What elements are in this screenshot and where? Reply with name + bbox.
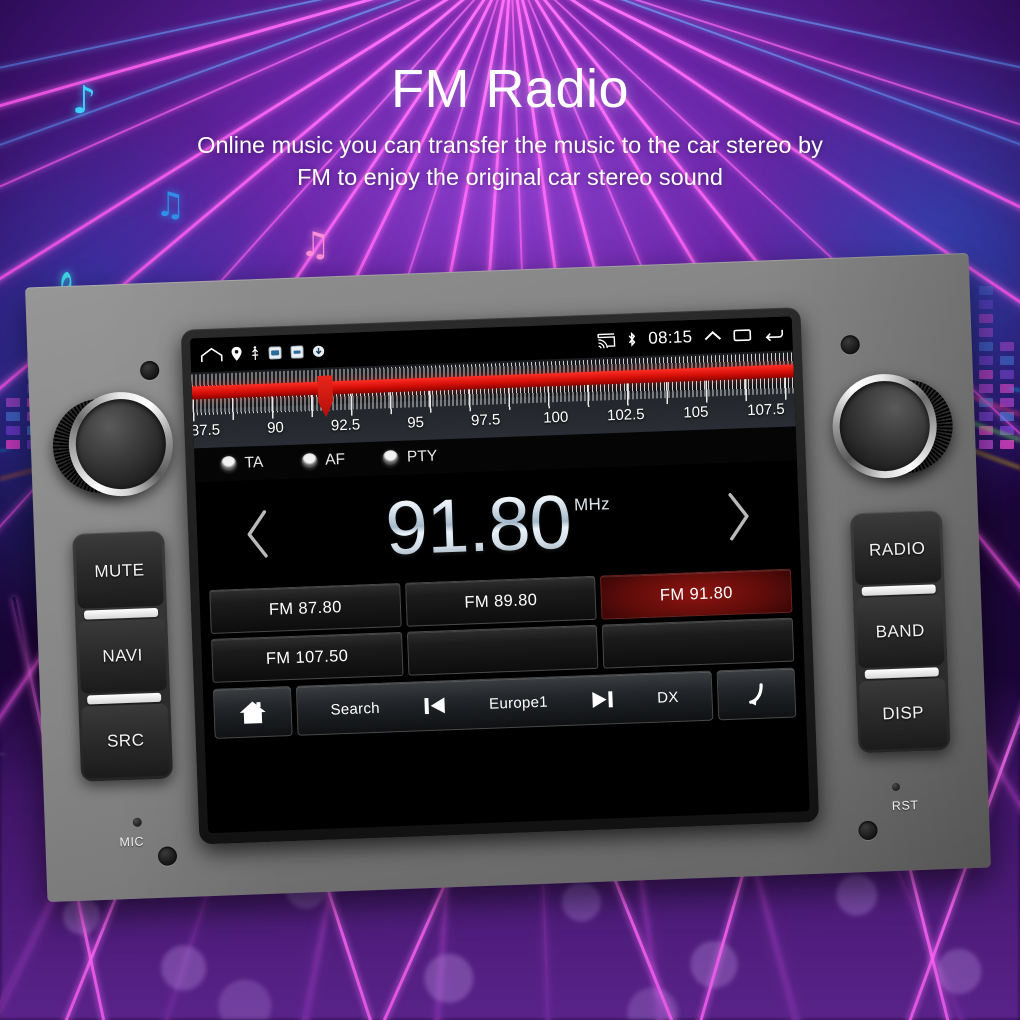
band-button[interactable]: BAND — [856, 595, 945, 668]
knob-face — [74, 397, 168, 491]
equalizer-cell — [6, 411, 20, 421]
rst-label: RST — [891, 798, 919, 814]
dx-local-button[interactable]: DX — [657, 688, 679, 706]
car-stereo-unit: MIC RST MUTE NAVI SRC RADIO BAND DISP 08… — [25, 252, 991, 903]
tune-up-arrow[interactable] — [720, 490, 756, 543]
volume-power-knob[interactable] — [51, 390, 175, 498]
mic-label: MIC — [119, 834, 145, 850]
search-button[interactable]: Search — [330, 699, 380, 718]
status-time: 08:15 — [647, 327, 693, 348]
preset-button[interactable]: FM 87.80 — [209, 582, 402, 634]
rds-indicator-led — [220, 455, 237, 473]
tuner-tick-label: 100 — [542, 408, 569, 427]
af-toggle[interactable]: AF — [300, 450, 346, 471]
previous-track-icon[interactable] — [421, 694, 448, 717]
equalizer-cell — [979, 369, 993, 379]
preset-button[interactable]: FM 107.50 — [211, 631, 404, 683]
rds-label: TA — [244, 453, 264, 472]
rds-indicator-led — [382, 449, 400, 467]
equalizer-cell — [6, 439, 20, 449]
equalizer-cell — [979, 285, 993, 295]
promo-subtitle-line1: Online music you can transfer the music … — [197, 132, 823, 158]
tuner-tick-label: 102.5 — [606, 405, 645, 425]
download-icon — [312, 344, 325, 357]
equalizer-cell — [979, 341, 993, 351]
rds-indicator-led — [300, 452, 318, 470]
pty-toggle[interactable]: PTY — [382, 447, 438, 468]
back-button[interactable] — [716, 667, 797, 721]
src-button[interactable]: SRC — [81, 703, 171, 779]
recents-icon[interactable] — [733, 328, 753, 343]
bluetooth-icon[interactable] — [626, 331, 638, 347]
mute-button[interactable]: MUTE — [75, 533, 164, 609]
frequency-display-area: 91.80 MHz — [195, 460, 801, 591]
promo-subtitle-line2: FM to enjoy the original car stereo soun… — [297, 163, 723, 190]
equalizer-cell — [6, 397, 20, 407]
promo-headline: FM Radio Online music you can transfer t… — [0, 58, 1020, 193]
rds-label: AF — [324, 450, 346, 469]
equalizer-cell — [979, 327, 993, 337]
left-button-stack: MUTE NAVI SRC — [72, 530, 174, 782]
equalizer-cell — [1000, 341, 1014, 351]
tuner-tick-label: 105 — [683, 403, 709, 422]
usb-icon — [250, 346, 260, 361]
page-title: FM Radio — [390, 59, 630, 119]
equalizer-column — [6, 397, 20, 449]
tuner-tick-label: 92.5 — [330, 416, 361, 435]
equalizer-cell — [1000, 369, 1014, 379]
equalizer-cell — [979, 299, 993, 309]
tuner-tick-label: 95 — [406, 413, 425, 432]
sim-card-icon — [290, 344, 304, 359]
ta-toggle[interactable]: TA — [220, 453, 264, 474]
back-arrow-icon — [742, 680, 771, 707]
tuner-tick-label: 87.5 — [190, 421, 221, 440]
preset-button[interactable]: FM 91.80 — [600, 568, 793, 620]
music-note-icon: ♫ — [300, 225, 331, 265]
sd-card-icon — [268, 345, 282, 360]
touchscreen-bezel: 08:15 87.5 90 92.5 95 97.5 100 102.5 105… — [180, 307, 820, 845]
tuner-tick-label: 90 — [266, 419, 285, 437]
home-button[interactable] — [212, 686, 293, 739]
touchscreen-display[interactable]: 08:15 87.5 90 92.5 95 97.5 100 102.5 105… — [190, 316, 810, 834]
preset-button[interactable] — [406, 624, 599, 676]
frequency-unit: MHz — [573, 494, 611, 515]
radio-control-bar: Search Europe1 DX — [295, 670, 714, 736]
equalizer-cell — [6, 425, 20, 435]
tune-down-arrow[interactable] — [240, 508, 276, 561]
equalizer-cell — [979, 313, 993, 323]
knob-face — [838, 379, 932, 473]
tune-select-knob[interactable] — [830, 372, 955, 480]
cast-icon[interactable] — [597, 332, 616, 349]
preset-button[interactable]: FM 89.80 — [404, 575, 597, 627]
rds-label: PTY — [406, 447, 438, 466]
tuner-tick-label: 97.5 — [470, 411, 501, 430]
chevron-up-icon[interactable] — [703, 329, 723, 344]
equalizer-cell — [979, 355, 993, 365]
button-separator-strip — [87, 692, 162, 705]
equalizer-cell — [1000, 355, 1014, 365]
home-outline-icon — [200, 346, 223, 363]
right-button-stack: RADIO BAND DISP — [849, 510, 951, 754]
station-name: Europe1 — [488, 693, 549, 713]
preset-button[interactable] — [602, 617, 795, 669]
current-frequency: 91.80 — [384, 479, 573, 572]
button-separator-strip — [861, 584, 936, 597]
navi-button[interactable]: NAVI — [78, 618, 167, 694]
tuner-tick-label: 107.5 — [746, 400, 786, 420]
back-icon[interactable] — [764, 327, 784, 342]
location-pin-icon — [231, 346, 242, 361]
radio-button[interactable]: RADIO — [852, 513, 942, 586]
button-separator-strip — [83, 607, 159, 620]
button-separator-strip — [864, 666, 939, 679]
next-track-icon[interactable] — [589, 688, 616, 711]
disp-button[interactable]: DISP — [859, 677, 948, 751]
home-icon — [237, 699, 268, 726]
